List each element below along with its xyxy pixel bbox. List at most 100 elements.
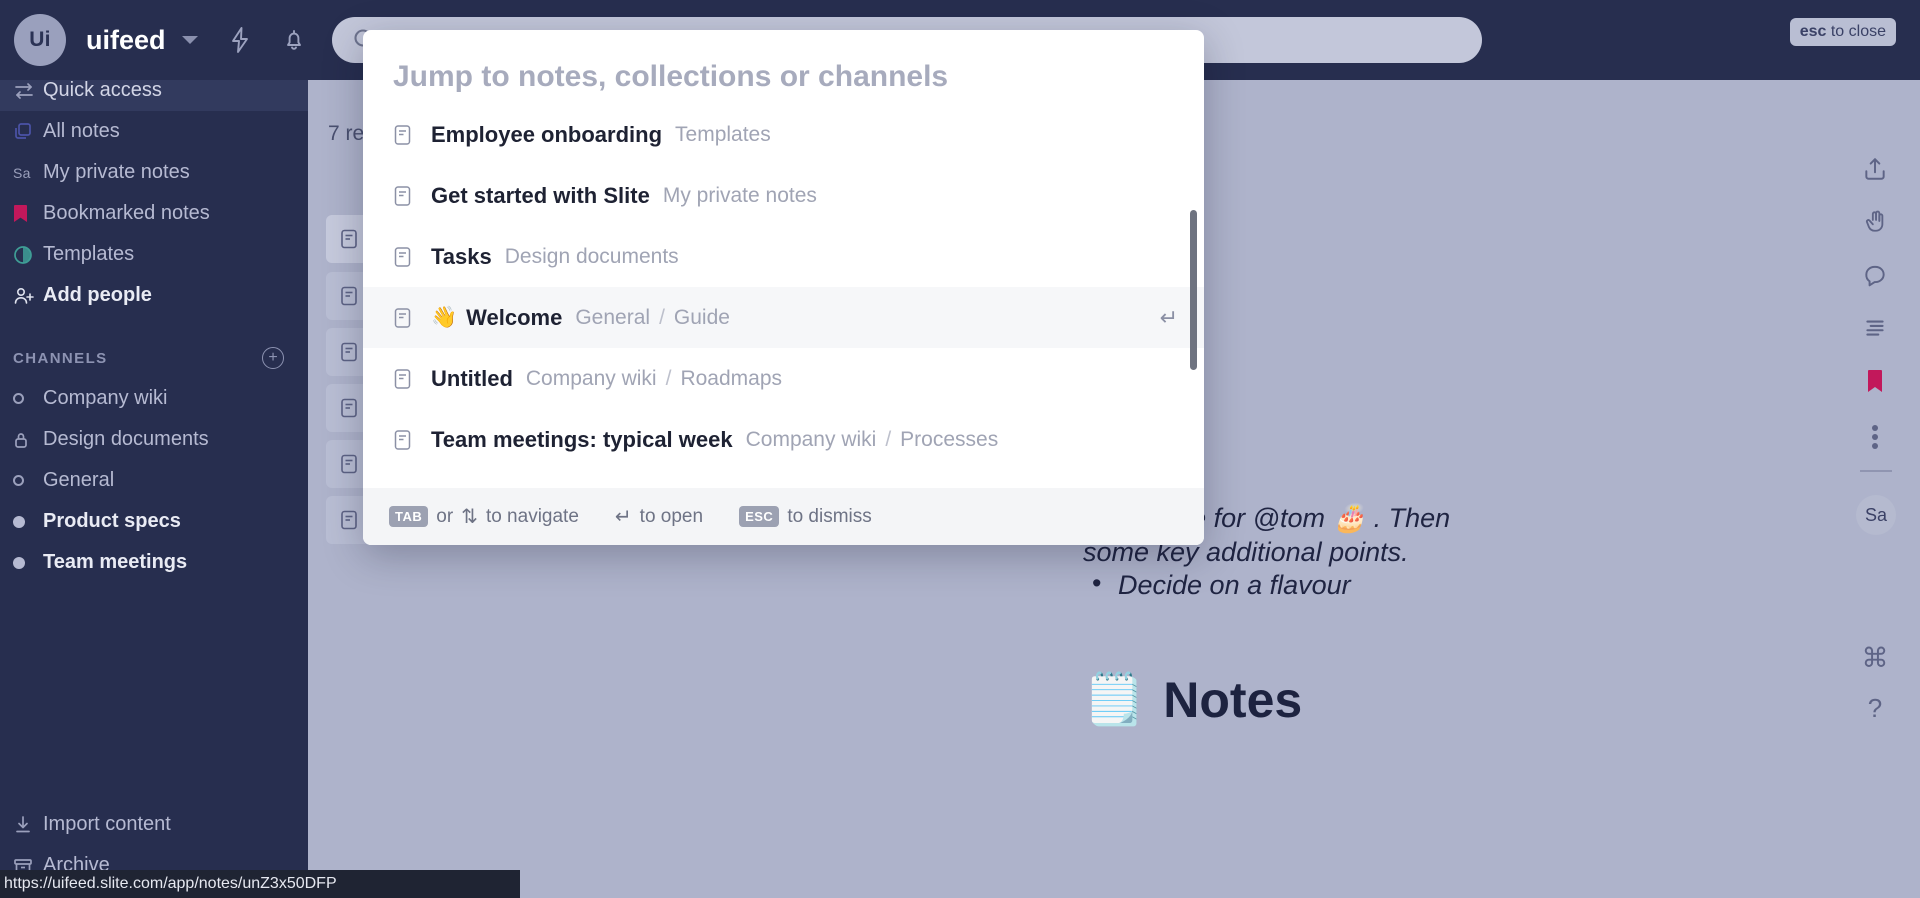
esc-key-label: esc — [1799, 23, 1827, 40]
note-icon — [340, 342, 358, 362]
result-title: Employee onboarding — [431, 121, 663, 147]
modal-result-row[interactable]: Untitled Company wiki / Roadmaps — [363, 348, 1204, 409]
user-initials-icon: Sa — [13, 164, 31, 181]
result-path: General — [575, 305, 651, 329]
modal-result-row[interactable]: Employee onboarding Templates — [363, 104, 1204, 165]
hint-or-label: or — [436, 505, 454, 527]
result-path: My private notes — [662, 183, 817, 207]
lightning-icon[interactable] — [228, 26, 252, 54]
result-path: Design documents — [504, 244, 679, 268]
help-icon[interactable]: ? — [1852, 685, 1898, 731]
note-icon — [393, 246, 431, 268]
sidebar-channel-general[interactable]: General — [0, 460, 308, 501]
modal-result-row[interactable]: Home Company wiki — [363, 470, 1204, 472]
path-separator: / — [665, 366, 672, 390]
result-path-2: Guide — [673, 305, 730, 329]
modal-result-row[interactable]: Get started with Slite My private notes — [363, 165, 1204, 226]
sidebar-item-all-notes[interactable]: All notes — [0, 111, 308, 152]
result-title: Tasks — [431, 243, 492, 269]
sidebar-item-label: Company wiki — [43, 387, 168, 409]
sidebar-item-label: Design documents — [43, 428, 209, 450]
modal-title: Jump to notes, collections or channels — [393, 60, 949, 93]
note-icon — [393, 307, 431, 329]
bookmark-icon[interactable] — [1852, 358, 1898, 404]
outline-icon[interactable] — [1852, 304, 1898, 350]
note-icon — [340, 286, 358, 306]
jump-to-modal: Jump to notes, collections or channels E… — [363, 30, 1204, 545]
modal-result-row[interactable]: Team meetings: typical week Company wiki… — [363, 409, 1204, 470]
app-root: 7 results — [0, 0, 1920, 898]
result-path-2: Roadmaps — [680, 366, 783, 390]
bookmark-icon — [13, 204, 43, 224]
comment-icon[interactable] — [1852, 252, 1898, 298]
shuffle-icon — [13, 81, 43, 101]
sidebar-channel-design-documents[interactable]: Design documents — [0, 419, 308, 460]
hint-open: ↵ to open — [615, 504, 703, 529]
sidebar-item-label: Import content — [43, 813, 171, 835]
status-bar-url: https://uifeed.slite.com/app/notes/unZ3x… — [0, 870, 520, 898]
esc-to-close-badge[interactable]: esc to close — [1789, 18, 1896, 46]
sidebar-item-label: My private notes — [43, 161, 190, 183]
add-person-icon — [13, 286, 43, 306]
sidebar-channel-company-wiki[interactable]: Company wiki — [0, 378, 308, 419]
note-icon — [340, 454, 358, 474]
enter-icon: ↵ — [1159, 304, 1178, 330]
notes-heading-label: Notes — [1163, 671, 1303, 728]
result-path: Templates — [675, 122, 771, 146]
result-path: Company wiki — [745, 427, 877, 451]
share-icon[interactable] — [1852, 146, 1898, 192]
workspace-avatar[interactable]: Ui — [14, 14, 66, 66]
result-title: Team meetings: typical week — [431, 426, 733, 452]
sidebar-item-label: All notes — [43, 120, 120, 142]
hint-navigate: TAB or ⇅ to navigate — [389, 504, 579, 529]
bell-icon[interactable] — [282, 26, 306, 54]
hint-dismiss: ESC to dismiss — [739, 506, 872, 528]
note-icon — [393, 429, 431, 451]
sidebar-item-my-private-notes[interactable]: Sa My private notes — [0, 152, 308, 193]
sidebar-item-add-people[interactable]: Add people — [0, 275, 308, 316]
sidebar-item-label: Quick access — [43, 79, 162, 101]
result-path-2: Processes — [900, 427, 999, 451]
note-icon — [393, 185, 431, 207]
tab-key-badge: TAB — [389, 506, 429, 527]
command-icon[interactable]: ⌘ — [1852, 635, 1898, 681]
wave-emoji-icon: 👋 — [431, 305, 458, 329]
sidebar-item-label: Bookmarked notes — [43, 202, 210, 224]
add-channel-button[interactable]: + — [262, 347, 284, 369]
modal-result-row-selected[interactable]: 👋 Welcome General / Guide ↵ — [363, 287, 1204, 348]
sidebar-item-import-content[interactable]: Import content — [0, 804, 308, 845]
chevron-down-icon[interactable] — [181, 36, 198, 44]
circle-filled-icon — [13, 515, 43, 528]
rail-divider — [1860, 470, 1892, 472]
sidebar-item-bookmarked-notes[interactable]: Bookmarked notes — [0, 193, 308, 234]
circle-outline-icon — [13, 475, 43, 486]
sidebar-item-label: Templates — [43, 243, 135, 265]
workspace-name: uifeed — [86, 24, 166, 55]
note-icon — [393, 124, 431, 146]
sidebar-item-label: Team meetings — [43, 551, 188, 573]
path-separator: / — [885, 427, 892, 451]
circle-filled-icon — [13, 556, 43, 569]
right-rail: Sa ⌘ ? — [1830, 70, 1920, 898]
lock-icon — [13, 431, 43, 449]
copy-icon — [13, 122, 43, 142]
modal-result-row[interactable]: Tasks Design documents — [363, 226, 1204, 287]
modal-results-list: Employee onboarding Templates Get starte… — [363, 104, 1204, 472]
sidebar-channel-product-specs[interactable]: Product specs — [0, 501, 308, 542]
sidebar-channel-team-meetings[interactable]: Team meetings — [0, 542, 308, 583]
hint-navigate-label: to navigate — [485, 505, 579, 527]
esc-key-badge: ESC — [739, 506, 780, 527]
more-icon[interactable] — [1852, 414, 1898, 460]
circle-outline-icon — [13, 393, 43, 404]
channels-heading-label: CHANNELS — [13, 349, 108, 367]
up-down-arrows-icon: ⇅ — [461, 506, 478, 528]
esc-close-text: to close — [1826, 23, 1886, 40]
note-icon — [340, 229, 358, 249]
sidebar-item-templates[interactable]: Templates — [0, 234, 308, 275]
document-notes-heading: 🗒️ Notes — [1083, 670, 1302, 729]
wave-icon[interactable] — [1852, 198, 1898, 244]
sidebar-item-label: Product specs — [43, 510, 181, 532]
result-title: Get started with Slite — [431, 182, 650, 208]
avatar[interactable]: Sa — [1856, 495, 1896, 535]
modal-scrollbar-thumb[interactable] — [1190, 210, 1197, 370]
